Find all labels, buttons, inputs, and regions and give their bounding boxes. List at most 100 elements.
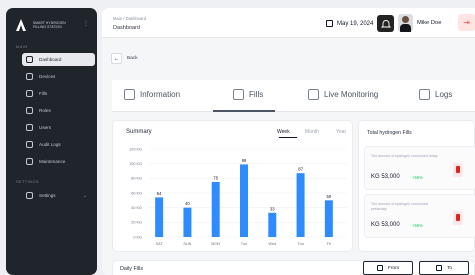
settings-section-label: SETTINGS — [16, 180, 39, 184]
hydrogen-card-label: The amount of hydrogen consumed today — [371, 154, 438, 158]
brand-text: SMART HYDROGEN FILLING STATION — [33, 21, 66, 29]
arrow-left-icon: ← — [111, 53, 122, 64]
sidebar-item-label: Devices — [39, 74, 56, 79]
list-icon — [419, 89, 430, 100]
tab-label: Live Monitoring — [324, 90, 379, 99]
brand-line-2: FILLING STATION — [33, 25, 62, 29]
x-tick-label: Fri — [327, 242, 332, 246]
from-date-button[interactable]: From — [363, 261, 413, 275]
devices-icon — [26, 73, 33, 80]
period-week[interactable]: Week — [277, 129, 290, 135]
fills-icon — [233, 89, 244, 100]
y-tick-label: 20 KG — [131, 221, 142, 225]
sidebar-item-label: Dashboard — [39, 57, 62, 62]
hydrogen-card-label: The amount of hydrogen consumed yesterda… — [371, 202, 428, 211]
sidebar-item-audit-logs[interactable]: Audit Logs — [22, 138, 95, 151]
tab-fills[interactable]: Fills — [233, 89, 263, 100]
sidebar-item-label: Settings — [39, 193, 56, 198]
y-tick-label: 40 KG — [131, 206, 142, 210]
sidebar-item-label: Users — [39, 125, 51, 130]
from-label: From — [387, 265, 400, 271]
to-date-button[interactable]: To — [419, 261, 469, 275]
avatar-body — [400, 24, 411, 32]
top-bar: Main / Dashboard Dashboard May 19, 2024 … — [102, 8, 475, 38]
calendar-icon — [326, 20, 333, 27]
daily-fills-title: Daily Fills — [120, 266, 144, 272]
summary-title: Summary — [126, 129, 152, 135]
avatar[interactable] — [398, 14, 413, 32]
back-label: Back — [127, 56, 138, 61]
summary-bar-chart: 0 KG 20 KG 40 KG 60 KG 80 KG 100 KG 120 KG 54 SA… — [129, 147, 347, 246]
tab-label: Information — [140, 90, 181, 99]
sidebar-item-fills[interactable]: Fills — [22, 87, 95, 100]
bar-value-label: 40 — [185, 201, 190, 206]
period-year[interactable]: Year — [336, 129, 346, 135]
tab-label: Fills — [249, 90, 264, 99]
bar-mon — [211, 182, 220, 237]
sidebar-item-maintenance[interactable]: Maintenance — [22, 155, 95, 168]
fuel-pump-icon — [453, 211, 463, 225]
tab-live-monitoring[interactable]: Live Monitoring — [308, 89, 378, 100]
x-tick-label: SAT — [156, 242, 164, 246]
user-name: Mike Doe — [417, 20, 442, 26]
active-period-indicator — [279, 137, 297, 138]
bar-value-label: 54 — [157, 191, 162, 196]
sidebar-item-roles[interactable]: Roles — [22, 104, 95, 117]
y-tick-label: 120 KG — [129, 147, 142, 151]
x-tick-label: Tue — [241, 242, 247, 246]
back-button[interactable]: ← Back — [111, 53, 138, 64]
users-icon — [26, 124, 33, 131]
collapse-sidebar-icon[interactable]: ⋮ — [83, 20, 89, 27]
hydrogen-today-card: The amount of hydrogen consumed today KG… — [364, 146, 475, 190]
bell-icon — [380, 19, 391, 27]
bar-value-label: 75 — [213, 176, 218, 181]
date-display[interactable]: May 19, 2024 — [326, 20, 373, 27]
hydrogen-card-delta: +55% — [412, 223, 423, 228]
bar-value-label: 50 — [327, 194, 332, 199]
dashboard-icon — [26, 56, 33, 63]
sidebar-item-label: Maintenance — [39, 159, 66, 164]
tabs-bar: Information Fills Live Monitoring Logs — [112, 80, 475, 112]
audit-logs-icon — [26, 141, 33, 148]
bar-sun — [183, 207, 192, 237]
sidebar-item-label: Fills — [39, 91, 48, 96]
date-text: May 19, 2024 — [337, 20, 374, 27]
calendar-icon — [376, 265, 383, 271]
sidebar-item-dashboard[interactable]: Dashboard — [22, 53, 95, 66]
period-month[interactable]: Month — [305, 129, 319, 135]
x-tick-label: Thu — [297, 242, 304, 246]
x-tick-label: Wed — [268, 242, 276, 246]
hydrogen-yesterday-card: The amount of hydrogen consumed yesterda… — [364, 194, 475, 238]
sidebar-item-devices[interactable]: Devices — [22, 70, 95, 83]
sidebar-item-users[interactable]: Users — [22, 121, 95, 134]
notification-button[interactable] — [377, 15, 394, 32]
bar-wed — [268, 212, 277, 237]
sidebar: SMART HYDROGEN FILLING STATION ⋮ MAIN Da… — [6, 8, 97, 275]
tab-logs[interactable]: Logs — [419, 89, 452, 100]
roles-icon — [26, 107, 33, 114]
hydrogen-card-delta: +55% — [412, 175, 423, 180]
folder-icon — [124, 89, 135, 100]
to-label: To — [446, 265, 453, 271]
app: SMART HYDROGEN FILLING STATION ⋮ MAIN Da… — [0, 0, 475, 275]
sidebar-item-settings[interactable]: Settings ⌄ — [22, 189, 95, 202]
y-tick-label: 100 KG — [129, 162, 142, 166]
tab-information[interactable]: Information — [124, 89, 180, 100]
hydrogen-card-value: KG 53,000 — [371, 174, 400, 180]
x-tick-label: SUN — [183, 242, 191, 246]
bar-value-label: 87 — [298, 167, 303, 172]
station-logo-icon — [16, 19, 26, 31]
brand: SMART HYDROGEN FILLING STATION — [14, 18, 66, 32]
settings-icon — [26, 192, 33, 199]
monitor-icon — [308, 89, 319, 100]
calendar-icon — [435, 265, 442, 271]
hydrogen-panel-title: Total hydrogen Fills — [367, 130, 412, 136]
maintenance-icon — [26, 158, 33, 165]
daily-fills-panel: Daily Fills From To — [112, 260, 475, 275]
hydrogen-card-value: KG 53,000 — [371, 222, 400, 228]
chevron-down-icon: ⌄ — [82, 192, 87, 199]
bar-sat — [155, 197, 164, 237]
bar-tue — [240, 164, 248, 237]
summary-panel: Summary Week Month Year 0 KG 20 KG 40 KG 60… — [112, 120, 353, 252]
logout-button[interactable]: ⇥ — [458, 14, 475, 31]
